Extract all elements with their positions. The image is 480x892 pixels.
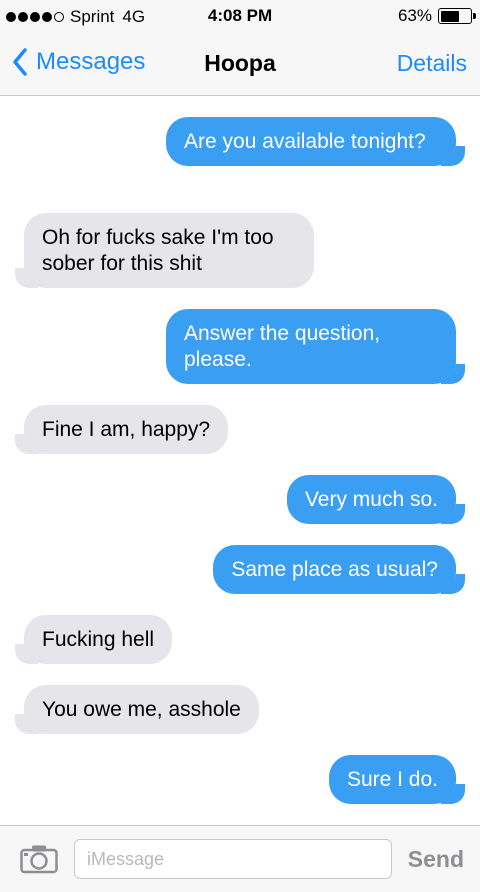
- message-composer: Send: [0, 825, 480, 892]
- battery-level: [440, 10, 459, 22]
- battery-icon: [438, 8, 476, 24]
- status-bar: Sprint 4G 4:08 PM 63%: [0, 0, 480, 34]
- message-bubble-outgoing[interactable]: Answer the question, please.: [166, 309, 465, 384]
- send-button[interactable]: Send: [408, 846, 464, 873]
- message-bubble-incoming[interactable]: You owe me, asshole: [15, 685, 259, 734]
- camera-icon: [20, 845, 58, 874]
- message-bubble-incoming[interactable]: Fine I am, happy?: [14, 405, 229, 454]
- status-right: 63%: [397, 6, 476, 26]
- message-bubble-outgoing[interactable]: Same place as usual?: [213, 545, 465, 594]
- message-input[interactable]: [74, 839, 392, 879]
- message-bubble-incoming[interactable]: Fucking hell: [14, 615, 173, 664]
- navigation-bar: Messages Hoopa Details: [0, 34, 480, 96]
- message-bubble-outgoing[interactable]: Sure I do.: [328, 755, 466, 804]
- message-thread[interactable]: Are you available tonight? Oh for fucks …: [0, 97, 480, 825]
- camera-button[interactable]: [20, 844, 58, 879]
- battery-percent: 63%: [397, 6, 432, 25]
- details-button[interactable]: Details: [397, 50, 467, 77]
- message-bubble-incoming[interactable]: Oh for fucks sake I'm too sober for this…: [15, 213, 314, 288]
- message-bubble-outgoing[interactable]: Very much so.: [286, 475, 466, 524]
- message-bubble-outgoing[interactable]: Are you available tonight?: [166, 117, 465, 166]
